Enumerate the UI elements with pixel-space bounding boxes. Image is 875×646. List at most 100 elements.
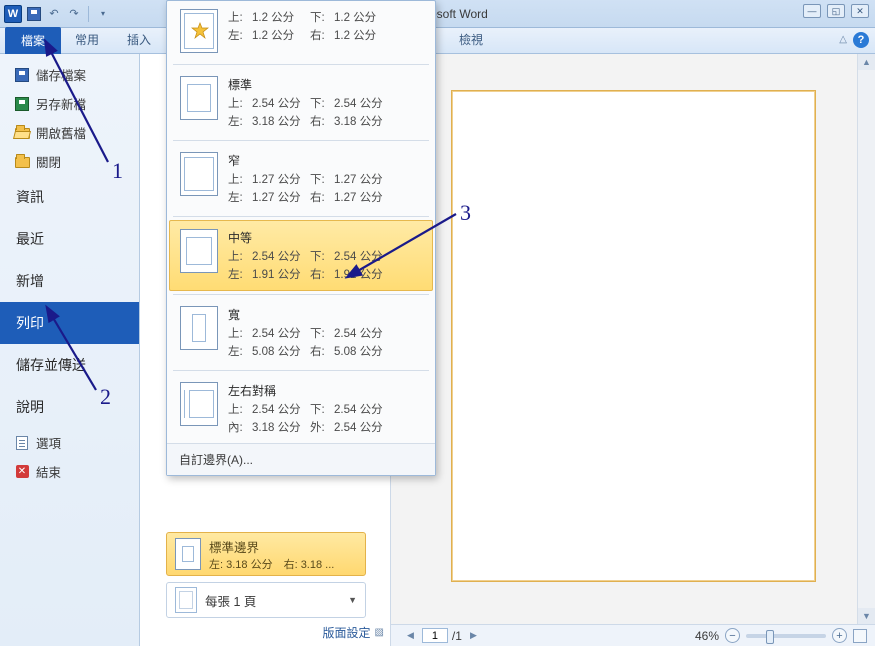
label: 內: [228, 419, 252, 435]
label: 下: [310, 171, 334, 187]
sidebar-item-savesend[interactable]: 儲存並傳送 [0, 344, 139, 386]
help-icon[interactable]: ? [853, 32, 869, 48]
backstage-sidebar: 儲存檔案 另存新檔 開啟舊檔 關閉 資訊 最近 新增 列印 儲存並傳送 說明 選… [0, 54, 140, 646]
scroll-up-icon[interactable]: ▲ [858, 54, 875, 70]
sidebar-label: 開啟舊檔 [36, 123, 86, 142]
sidebar-label: 另存新檔 [36, 94, 86, 113]
label: 左: [228, 189, 252, 205]
word-logo-icon: W [4, 5, 22, 23]
prev-page-button[interactable]: ◀ [403, 630, 418, 641]
preview-status-bar: ◀ /1 ▶ 46% − + [391, 624, 875, 646]
qat-redo-icon[interactable]: ↷ [66, 6, 82, 22]
zoom-in-button[interactable]: + [832, 628, 847, 643]
margin-option-lastcustom[interactable]: 上:1.2 公分 下:1.2 公分 左:1.2 公分 右:1.2 公分 [170, 1, 432, 61]
tab-insert[interactable]: 插入 [113, 27, 165, 53]
window-close-button[interactable]: ✕ [851, 4, 869, 18]
label: 上: [228, 248, 252, 264]
sidebar-item-open[interactable]: 開啟舊檔 [0, 118, 139, 147]
sheets-per-page-button[interactable]: 每張 1 頁 ▼ [166, 582, 366, 618]
next-page-button[interactable]: ▶ [466, 630, 481, 641]
label: 右: [310, 266, 334, 282]
save-icon [15, 68, 29, 82]
label: 左: [228, 266, 252, 282]
label: 上: [228, 401, 252, 417]
sidebar-item-new[interactable]: 新增 [0, 260, 139, 302]
page-setup-link[interactable]: 版面設定 ▧ [323, 624, 384, 641]
folder-icon [15, 157, 30, 168]
label: 左: [228, 113, 252, 129]
value: 1.2 公分 [252, 27, 310, 43]
value: 3.18 公分 [252, 113, 310, 129]
margin-thumb-icon [175, 538, 201, 570]
title-bar: W ↶ ↷ ▾ osoft Word — ◱ ✕ [0, 0, 875, 28]
qat-customize-icon[interactable]: ▾ [95, 6, 111, 22]
label: 下: [310, 248, 334, 264]
window-title: osoft Word [430, 7, 785, 21]
qat-save-icon[interactable] [26, 6, 42, 22]
value: 1.27 公分 [252, 189, 310, 205]
margin-thumb-icon [180, 229, 218, 273]
margins-dropdown: 上:1.2 公分 下:1.2 公分 左:1.2 公分 右:1.2 公分 標準 上… [166, 0, 436, 476]
separator [173, 370, 429, 371]
label: 下: [310, 95, 334, 111]
sidebar-item-options[interactable]: 選項 [0, 428, 139, 457]
tab-view[interactable]: 檢視 [445, 27, 497, 53]
label: 下: [310, 9, 334, 25]
sheets-per-page-label: 每張 1 頁 [205, 591, 256, 610]
label: 右: [310, 343, 334, 359]
page-number-input[interactable] [422, 628, 448, 643]
margin-option-mirrored[interactable]: 左右對稱 上:2.54 公分 下:2.54 公分 內:3.18 公分 外:2.5… [170, 374, 432, 443]
margin-thumb-icon [180, 9, 218, 53]
margin-name: 中等 [228, 229, 422, 246]
value: 1.91 公分 [252, 266, 310, 282]
label: 上: [228, 95, 252, 111]
sidebar-item-recent[interactable]: 最近 [0, 218, 139, 260]
print-settings-column: 上:1.2 公分 下:1.2 公分 左:1.2 公分 右:1.2 公分 標準 上… [140, 54, 390, 646]
sidebar-item-help[interactable]: 說明 [0, 386, 139, 428]
margin-name: 寬 [228, 306, 422, 323]
minimize-ribbon-icon[interactable]: △ [839, 34, 847, 45]
page-total: /1 [452, 629, 462, 643]
value: 2.54 公分 [334, 419, 386, 435]
zoom-level: 46% [695, 629, 719, 643]
label: 上: [228, 9, 252, 25]
zoom-fit-button[interactable] [853, 629, 867, 643]
page-setup-label: 版面設定 [323, 624, 371, 641]
sidebar-item-print[interactable]: 列印 [0, 302, 139, 344]
sidebar-item-saveas[interactable]: 另存新檔 [0, 89, 139, 118]
annotation-1: 1 [112, 158, 123, 184]
margin-name: 左右對稱 [228, 382, 422, 399]
window-restore-button[interactable]: ◱ [827, 4, 845, 18]
value: 2.54 公分 [252, 248, 310, 264]
margin-option-custom[interactable]: 自訂邊界(A)... [167, 443, 435, 475]
separator [173, 140, 429, 141]
margin-option-moderate[interactable]: 中等 上:2.54 公分 下:2.54 公分 左:1.91 公分 右:1.91 … [169, 220, 433, 291]
value: 5.08 公分 [252, 343, 310, 359]
tab-home[interactable]: 常用 [61, 27, 113, 53]
sheet-icon [175, 587, 197, 613]
zoom-out-button[interactable]: − [725, 628, 740, 643]
sidebar-item-save[interactable]: 儲存檔案 [0, 60, 139, 89]
margin-thumb-icon [180, 306, 218, 350]
label: 右: [310, 113, 334, 129]
value: 1.27 公分 [334, 189, 386, 205]
window-minimize-button[interactable]: — [803, 4, 821, 18]
margin-thumb-icon [180, 152, 218, 196]
margin-option-wide[interactable]: 寬 上:2.54 公分 下:2.54 公分 左:5.08 公分 右:5.08 公… [170, 298, 432, 367]
qat-undo-icon[interactable]: ↶ [46, 6, 62, 22]
zoom-slider[interactable] [746, 634, 826, 638]
margin-option-narrow[interactable]: 窄 上:1.27 公分 下:1.27 公分 左:1.27 公分 右:1.27 公… [170, 144, 432, 213]
current-margin-button[interactable]: 標準邊界 左: 3.18 公分 右: 3.18 ... [166, 532, 366, 576]
value: 3.18 公分 [334, 113, 386, 129]
scroll-down-icon[interactable]: ▼ [858, 608, 875, 624]
vertical-scrollbar[interactable]: ▲ ▼ [857, 54, 875, 624]
sidebar-item-exit[interactable]: ✕結束 [0, 457, 139, 486]
value: 2.54 公分 [334, 325, 386, 341]
chevron-down-icon: ▼ [348, 595, 357, 605]
qat-separator [88, 6, 89, 22]
margin-option-normal[interactable]: 標準 上:2.54 公分 下:2.54 公分 左:3.18 公分 右:3.18 … [170, 68, 432, 137]
value: 2.54 公分 [252, 325, 310, 341]
label: 左: [228, 343, 252, 359]
sidebar-label: 選項 [36, 433, 61, 452]
tab-file[interactable]: 檔案 [5, 27, 61, 54]
